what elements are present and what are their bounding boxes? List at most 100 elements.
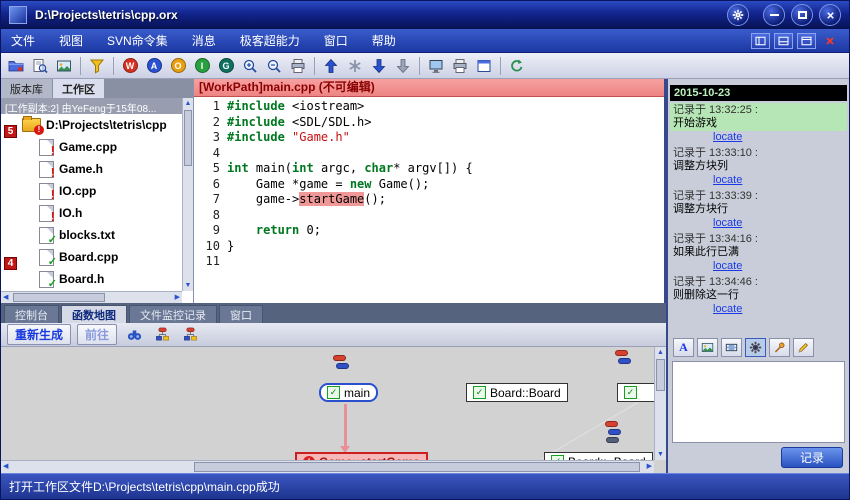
- flow-glyph-cluster: [333, 355, 349, 371]
- tree-root[interactable]: ! D:\Projects\tetris\cpp: [1, 114, 182, 136]
- log-entry[interactable]: 记录于 13:32:25 :开始游戏locate: [670, 103, 847, 146]
- file-tree[interactable]: ! D:\Projects\tetris\cpp !Game.cpp!Game.…: [1, 114, 182, 291]
- map-node-main[interactable]: ✓main: [319, 383, 378, 402]
- map-node-board-dtor[interactable]: ✓Board::~Board: [544, 452, 653, 460]
- settings-gear-button[interactable]: [727, 4, 749, 26]
- go-down-icon[interactable]: [368, 55, 390, 77]
- tree-file[interactable]: !Game.h: [1, 158, 182, 180]
- layout-pane-icon-2[interactable]: [774, 33, 793, 49]
- zoom-out-icon[interactable]: [263, 55, 285, 77]
- screwdriver-tool[interactable]: [769, 338, 790, 357]
- scroll-down-icon[interactable]: ▼: [655, 449, 666, 460]
- menu-item-0[interactable]: 文件: [11, 32, 35, 49]
- image-tool[interactable]: [697, 338, 718, 357]
- filter-icon[interactable]: [86, 55, 108, 77]
- scroll-up-icon[interactable]: ▲: [183, 98, 193, 109]
- tab-workspace[interactable]: 工作区: [53, 79, 105, 98]
- tree-vertical-scrollbar[interactable]: ▲ ▼: [182, 98, 193, 291]
- tree-file[interactable]: !Game.cpp: [1, 136, 182, 158]
- monitor-icon[interactable]: [425, 55, 447, 77]
- refresh-icon[interactable]: [506, 55, 528, 77]
- tree-file[interactable]: ✓blocks.txt: [1, 224, 182, 246]
- print-preview-icon[interactable]: [449, 55, 471, 77]
- scroll-thumb[interactable]: [13, 293, 105, 302]
- title-bar[interactable]: D:\Projects\tetris\cpp.orx: [1, 1, 849, 29]
- zoom-in-icon[interactable]: [239, 55, 261, 77]
- locate-link[interactable]: locate: [713, 131, 742, 143]
- locate-link[interactable]: locate: [713, 174, 742, 186]
- tab-window[interactable]: 窗口: [219, 305, 263, 323]
- note-input[interactable]: [672, 361, 845, 443]
- search-file-icon[interactable]: [29, 55, 51, 77]
- tab-repository[interactable]: 版本库: [1, 79, 53, 98]
- current-position-icon[interactable]: [344, 55, 366, 77]
- binoculars-icon[interactable]: [123, 325, 145, 345]
- tree-file[interactable]: !IO.cpp: [1, 180, 182, 202]
- menu-item-5[interactable]: 窗口: [324, 32, 348, 49]
- pencil-tool[interactable]: [793, 338, 814, 357]
- menu-item-4[interactable]: 极客超能力: [240, 32, 300, 49]
- slideshow-tool[interactable]: [721, 338, 742, 357]
- code-area[interactable]: 1#include <iostream>2#include <SDL/SDL.h…: [194, 96, 664, 303]
- badge-w-icon[interactable]: W: [119, 55, 141, 77]
- scroll-thumb[interactable]: [656, 359, 665, 391]
- map-vertical-scrollbar[interactable]: ▲ ▼: [654, 347, 666, 460]
- flow-map-icon[interactable]: [151, 325, 173, 345]
- scroll-up-icon[interactable]: ▲: [655, 347, 666, 358]
- tree-horizontal-scrollbar[interactable]: ◀ ▶: [1, 291, 182, 303]
- tab-console[interactable]: 控制台: [4, 305, 59, 323]
- log-entry[interactable]: 记录于 13:34:16 :如果此行已满locate: [670, 232, 847, 275]
- scroll-right-icon[interactable]: ▶: [647, 462, 652, 472]
- goto-button[interactable]: 前往: [77, 324, 117, 345]
- badge-i-icon[interactable]: I: [191, 55, 213, 77]
- menu-item-1[interactable]: 视图: [59, 32, 83, 49]
- window-layout-icon[interactable]: [473, 55, 495, 77]
- menu-item-2[interactable]: SVN命令集: [107, 32, 168, 49]
- print-icon[interactable]: [287, 55, 309, 77]
- badge-o-icon[interactable]: O: [167, 55, 189, 77]
- tree-file[interactable]: ✓Board.h: [1, 268, 182, 290]
- locate-link[interactable]: locate: [713, 260, 742, 272]
- scroll-thumb[interactable]: [184, 110, 192, 166]
- scroll-right-icon[interactable]: ▶: [175, 293, 180, 303]
- locate-link[interactable]: locate: [713, 303, 742, 315]
- map-node-board-ctor[interactable]: ✓Board::Board: [466, 383, 568, 402]
- badge-a-icon[interactable]: A: [143, 55, 165, 77]
- log-entry[interactable]: 记录于 13:33:10 :调整方块列locate: [670, 146, 847, 189]
- tab-file-monitor[interactable]: 文件监控记录: [129, 305, 217, 323]
- log-entry[interactable]: 记录于 13:33:39 :调整方块行locate: [670, 189, 847, 232]
- code-line: 7 game->startGame();: [194, 192, 664, 208]
- map-node-partial[interactable]: ✓: [617, 383, 654, 402]
- scroll-thumb[interactable]: [194, 462, 640, 472]
- locate-link[interactable]: locate: [713, 217, 742, 229]
- scroll-down-icon[interactable]: ▼: [183, 280, 193, 291]
- menu-item-3[interactable]: 消息: [192, 32, 216, 49]
- go-last-icon[interactable]: [392, 55, 414, 77]
- log-entry-time: 记录于 13:33:39 :: [673, 190, 844, 203]
- scroll-left-icon[interactable]: ◀: [3, 462, 8, 472]
- snapshot-icon[interactable]: [53, 55, 75, 77]
- tree-file[interactable]: !IO.h: [1, 202, 182, 224]
- layout-pane-icon-3[interactable]: [797, 33, 816, 49]
- record-button[interactable]: 记录: [781, 447, 843, 468]
- scroll-left-icon[interactable]: ◀: [3, 293, 8, 303]
- close-pane-icon[interactable]: [820, 33, 839, 49]
- map-horizontal-scrollbar[interactable]: ◀ ▶: [1, 460, 654, 473]
- open-file-icon[interactable]: [5, 55, 27, 77]
- map-node-startgame[interactable]: !Game::startGame: [295, 452, 428, 460]
- go-up-icon[interactable]: [320, 55, 342, 77]
- function-map-canvas[interactable]: ✓main ✓Board::Board ✓ !Game::startGame ✓…: [1, 347, 654, 460]
- minimize-button[interactable]: [763, 4, 785, 26]
- tree-file[interactable]: ✓Board.cpp: [1, 246, 182, 268]
- regenerate-button[interactable]: 重新生成: [7, 324, 71, 345]
- layout-pane-icon-1[interactable]: [751, 33, 770, 49]
- maximize-button[interactable]: [791, 4, 813, 26]
- menu-item-6[interactable]: 帮助: [372, 32, 396, 49]
- gear-tool[interactable]: [745, 338, 766, 357]
- tab-function-map[interactable]: 函数地图: [61, 305, 127, 323]
- flow-map-icon-2[interactable]: [179, 325, 201, 345]
- close-button[interactable]: [819, 4, 841, 26]
- font-tool[interactable]: A: [673, 338, 694, 357]
- log-entry[interactable]: 记录于 13:34:46 :则删除这一行locate: [670, 275, 847, 318]
- badge-g-icon[interactable]: G: [215, 55, 237, 77]
